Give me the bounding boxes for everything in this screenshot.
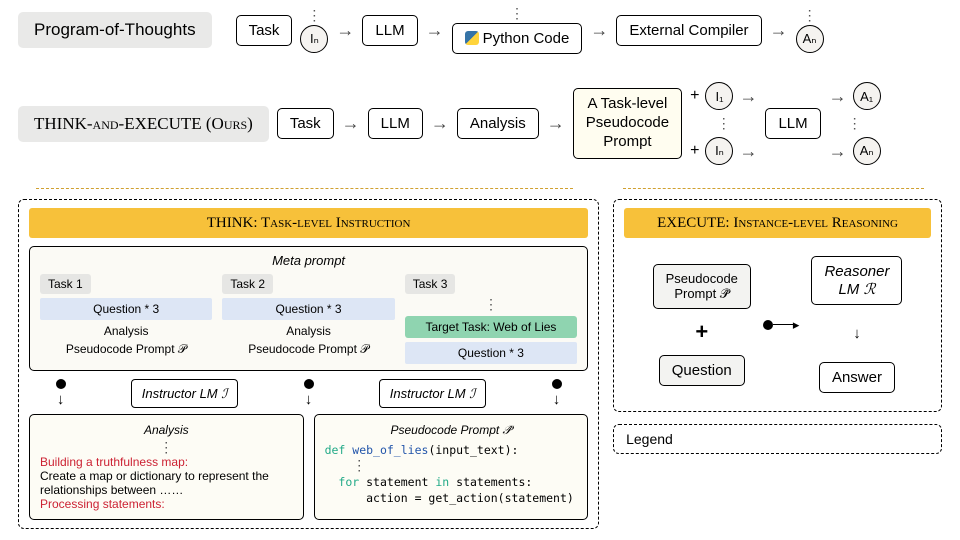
pseudocode-output: Pseudocode Prompt 𝒫̂ def web_of_lies(inp… — [314, 414, 589, 520]
python-stack: Python Code — [452, 6, 583, 54]
exec-question-box: Question — [659, 355, 745, 386]
down-arrow-icon: ↓ — [305, 391, 313, 408]
analysis-line: Analysis — [40, 324, 212, 338]
dot-connector — [56, 379, 66, 389]
meta-col-2: Task 2 Question * 3 Analysis Pseudocode … — [222, 274, 394, 364]
vdots-inputs: Iₙ — [300, 8, 328, 53]
pot-label: Program-of-Thoughts — [18, 12, 212, 48]
down-arrow-icon: ↓ — [853, 325, 861, 342]
instructor-lm-box: Instructor LM ℐ — [379, 379, 487, 408]
target-task-bar: Target Task: Web of Lies — [405, 316, 577, 338]
meta-col-1: Task 1 Question * 3 Analysis Pseudocode … — [40, 274, 212, 364]
llm-box-2: LLM — [368, 108, 423, 139]
llm-box: LLM — [362, 15, 417, 46]
reasoner-box: Reasoner LM ℛ — [811, 256, 902, 305]
dot-connector — [552, 379, 562, 389]
ours-label: THINK-and-EXECUTE (Ours) — [18, 106, 269, 142]
task-tag: Task 3 — [405, 274, 456, 294]
instructor-row: ↓ Instructor LM ℐ ↓ Instructor LM ℐ ↓ — [29, 379, 588, 408]
question-bar: Question * 3 — [222, 298, 394, 320]
circle-an: Aₙ — [796, 25, 824, 53]
pseudo-output-title: Pseudocode Prompt 𝒫̂ — [325, 423, 578, 438]
brace-connector — [36, 171, 573, 189]
circle-i1: I₁ — [705, 82, 733, 110]
analysis-red-1: Building a truthfulness map: — [40, 455, 293, 469]
instructor-lm-box: Instructor LM ℐ — [131, 379, 239, 408]
think-header: THINK: Task-level Instruction — [29, 208, 588, 238]
execute-header: EXECUTE: Instance-level Reasoning — [624, 208, 931, 238]
python-icon — [465, 31, 479, 45]
circle-in-2: Iₙ — [705, 137, 733, 165]
input-stack: +I₁→ +Iₙ→ — [690, 82, 757, 165]
answer-stack: →A₁ →Aₙ — [829, 82, 881, 165]
execute-flow: Pseudocode Prompt 𝒫̂ + Question ▸ Reason… — [624, 246, 931, 403]
meta-prompt-box: Meta prompt Task 1 Question * 3 Analysis… — [29, 246, 588, 371]
right-arrow-icon: ▸ — [793, 317, 800, 333]
pseudo-line: Pseudocode Prompt 𝒫 — [40, 342, 212, 357]
execute-panel: EXECUTE: Instance-level Reasoning Pseudo… — [613, 199, 942, 412]
row-pot: Program-of-Thoughts Task Iₙ → LLM → Pyth… — [0, 0, 960, 60]
meta-title: Meta prompt — [40, 253, 577, 268]
down-arrow-icon: ↓ — [57, 391, 65, 408]
question-bar: Question * 3 — [405, 342, 577, 364]
think-panel: THINK: Task-level Instruction Meta promp… — [18, 199, 599, 529]
task-tag: Task 2 — [222, 274, 273, 294]
meta-col-3: Task 3 Target Task: Web of Lies Question… — [405, 274, 577, 364]
analysis-output-title: Analysis — [40, 423, 293, 437]
legend-box: Legend — [613, 424, 942, 454]
analysis-body: Create a map or dictionary to represent … — [40, 469, 293, 497]
arrow-icon: → — [342, 113, 360, 134]
exec-pp-box: Pseudocode Prompt 𝒫̂ — [653, 264, 751, 309]
task-box-2: Task — [277, 108, 334, 139]
pseudo-code: def web_of_lies(input_text): for stateme… — [325, 442, 578, 506]
arrow-icon: → — [431, 113, 449, 134]
plus-icon: + — [695, 319, 708, 345]
arrow-icon: → — [770, 20, 788, 41]
brace-connector — [623, 171, 924, 189]
arrow-icon: → — [336, 20, 354, 41]
analysis-box: Analysis — [457, 108, 539, 139]
external-compiler-box: External Compiler — [616, 15, 761, 46]
row-ours: THINK-and-EXECUTE (Ours) Task → LLM → An… — [0, 76, 960, 171]
task-box: Task — [236, 15, 293, 46]
python-code-box: Python Code — [452, 23, 583, 54]
dot-connector — [763, 320, 773, 330]
pseudo-line: Pseudocode Prompt 𝒫 — [222, 342, 394, 357]
question-bar: Question * 3 — [40, 298, 212, 320]
circle-a1: A₁ — [853, 82, 881, 110]
analysis-output: Analysis Building a truthfulness map: Cr… — [29, 414, 304, 520]
analysis-line: Analysis — [222, 324, 394, 338]
task-tag: Task 1 — [40, 274, 91, 294]
vdots-answers: Aₙ — [796, 8, 824, 53]
circle-an-2: Aₙ — [853, 137, 881, 165]
circle-in: Iₙ — [300, 25, 328, 53]
arrow-icon: → — [547, 113, 565, 134]
arrow-icon: → — [426, 20, 444, 41]
arrow-icon: → — [590, 20, 608, 41]
dot-connector — [304, 379, 314, 389]
lower-section: THINK: Task-level Instruction Meta promp… — [0, 191, 960, 537]
llm-box-3: LLM — [765, 108, 820, 139]
analysis-red-2: Processing statements: — [40, 497, 293, 511]
pseudocode-prompt-box: A Task-level Pseudocode Prompt — [573, 88, 682, 158]
answer-box: Answer — [819, 362, 895, 393]
down-arrow-icon: ↓ — [553, 391, 561, 408]
